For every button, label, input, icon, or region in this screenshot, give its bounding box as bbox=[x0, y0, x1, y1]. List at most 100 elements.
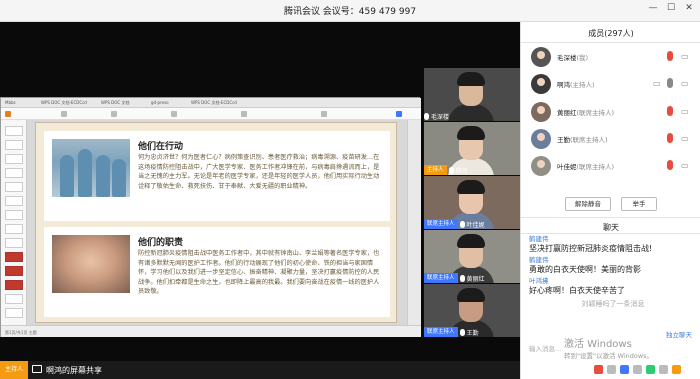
ppt-tab[interactable]: gd-preso bbox=[151, 100, 169, 105]
ppt-tool-icon[interactable] bbox=[321, 111, 327, 117]
screen-share-view: Mbbs WPS DOC 文档-ECDCcd WPS DOC 文档 gd-pre… bbox=[0, 97, 421, 337]
video-person-hair bbox=[457, 72, 485, 86]
video-tile[interactable]: 联席主持人 叶佳妮 bbox=[424, 176, 520, 229]
video-name: 王勤 bbox=[466, 329, 479, 337]
video-person-body bbox=[448, 104, 494, 121]
ppt-tab[interactable]: WPS DOC 文档-ECDCcd bbox=[41, 100, 87, 106]
video-label: 主持人 啊鸿 bbox=[424, 165, 468, 175]
cohost-badge: 联席主持人 bbox=[424, 219, 458, 229]
member-name: 王勤(联席主持人) bbox=[557, 136, 608, 144]
slide-thumbnail[interactable] bbox=[5, 210, 23, 220]
video-label: 毛深楼 bbox=[424, 111, 449, 121]
video-tile[interactable]: 毛深楼 bbox=[424, 68, 520, 121]
ppt-status-bar: 第1页/共1页 主题 bbox=[1, 325, 421, 337]
divider bbox=[521, 42, 700, 43]
doctor-figure bbox=[60, 155, 74, 197]
slide-thumbnail[interactable] bbox=[5, 126, 23, 136]
ppt-tab[interactable]: WPS DOC 文档 bbox=[101, 100, 129, 106]
unmute-all-button[interactable]: 解除静音 bbox=[565, 197, 611, 211]
video-person-hair bbox=[457, 126, 485, 140]
side-panel: 成员(297人) 毛深楼(我) ▭ 啊鸿(主持人) ▭ ▭ 黄丽红(联席主持人)… bbox=[520, 22, 700, 379]
maximize-icon[interactable]: ☐ bbox=[664, 3, 678, 13]
meeting-stage: Mbbs WPS DOC 文档-ECDCcd WPS DOC 文档 gd-pre… bbox=[0, 22, 520, 379]
screen-share-icon[interactable]: ▭ bbox=[653, 79, 661, 88]
windows-activation-title: 激活 Windows bbox=[564, 339, 632, 350]
ppt-tab[interactable]: Mbbs bbox=[5, 100, 16, 105]
mic-icon bbox=[459, 274, 465, 282]
camera-icon[interactable]: ▭ bbox=[681, 79, 689, 88]
ppt-scrollbar[interactable] bbox=[407, 120, 421, 325]
ppt-tool-icon[interactable] bbox=[61, 111, 67, 117]
tray-icon[interactable] bbox=[646, 365, 655, 374]
slide-thumbnail[interactable] bbox=[5, 154, 23, 164]
slide-thumbnail[interactable] bbox=[5, 196, 23, 206]
ppt-share-icon[interactable] bbox=[396, 111, 402, 117]
slide-thumbnail[interactable] bbox=[5, 280, 23, 290]
slide-thumbnail[interactable] bbox=[5, 168, 23, 178]
slide-canvas: 他们在行动 何为忠贞济世？何为医者仁心？病例策查识別、患者医疗救治；病毒溯源、疫… bbox=[27, 120, 407, 325]
mic-icon bbox=[424, 112, 429, 120]
camera-icon[interactable]: ▭ bbox=[681, 52, 689, 61]
video-person-hair bbox=[457, 234, 485, 248]
chat-input[interactable]: 输入消息… bbox=[529, 343, 562, 353]
screen-share-icon bbox=[32, 365, 42, 373]
mic-icon[interactable] bbox=[667, 78, 673, 88]
chat-target-link[interactable]: 独立聊天 bbox=[666, 329, 692, 339]
avatar bbox=[531, 129, 551, 149]
ppt-tool-icon[interactable] bbox=[241, 111, 247, 117]
member-name: 啊鸿(主持人) bbox=[557, 81, 595, 89]
video-label: 联席主持人 叶佳妮 bbox=[424, 219, 485, 229]
tray-icon[interactable] bbox=[620, 365, 629, 374]
member-row[interactable]: 叶佳妮(联席主持人) ▭ bbox=[521, 153, 700, 179]
tray-icon[interactable] bbox=[672, 365, 681, 374]
slide-thumbnail[interactable] bbox=[5, 224, 23, 234]
members-title: 成员(297人) bbox=[588, 29, 634, 38]
mic-muted-icon[interactable] bbox=[667, 106, 673, 116]
tray-icon[interactable] bbox=[607, 365, 616, 374]
video-name: 毛深楼 bbox=[431, 113, 450, 121]
chat-message-list: 鹤建伟 坚决打赢防控新冠肺炎疫情阻击战! 鹤建伟 勇敢的白衣天使啊！美丽的背影 … bbox=[529, 235, 697, 310]
mic-muted-icon[interactable] bbox=[667, 133, 673, 143]
video-name: 啊鸿 bbox=[455, 167, 468, 175]
video-tile[interactable]: 联席主持人 黄丽红 bbox=[424, 230, 520, 283]
mic-muted-icon[interactable] bbox=[667, 51, 673, 61]
slide-thumbnail[interactable] bbox=[5, 252, 23, 262]
member-row[interactable]: 王勤(联席主持人) ▭ bbox=[521, 126, 700, 152]
member-row[interactable]: 啊鸿(主持人) ▭ ▭ bbox=[521, 71, 700, 97]
member-row[interactable]: 黄丽红(联席主持人) ▭ bbox=[521, 99, 700, 125]
member-name: 黄丽红(联席主持人) bbox=[557, 109, 615, 117]
cohost-badge: 联席主持人 bbox=[424, 327, 458, 337]
camera-icon[interactable]: ▭ bbox=[681, 107, 689, 116]
host-tag: 主持人 bbox=[0, 361, 28, 379]
close-icon[interactable]: ✕ bbox=[682, 3, 696, 13]
video-tile[interactable]: 主持人 啊鸿 bbox=[424, 122, 520, 175]
slide-thumbnail[interactable] bbox=[5, 182, 23, 192]
slide-thumbnail[interactable] bbox=[5, 140, 23, 150]
member-name: 叶佳妮(联席主持人) bbox=[557, 163, 615, 171]
camera-icon[interactable]: ▭ bbox=[681, 134, 689, 143]
slide-thumbnail[interactable] bbox=[5, 266, 23, 276]
mic-icon bbox=[459, 328, 465, 336]
slide-thumbnail[interactable] bbox=[5, 238, 23, 248]
member-row[interactable]: 毛深楼(我) ▭ bbox=[521, 44, 700, 70]
mic-muted-icon[interactable] bbox=[667, 160, 673, 170]
video-label: 联席主持人 王勤 bbox=[424, 327, 479, 337]
camera-icon[interactable]: ▭ bbox=[681, 161, 689, 170]
ppt-page-status: 第1页/共1页 主题 bbox=[5, 330, 37, 335]
minimize-icon[interactable]: — bbox=[646, 3, 660, 13]
video-label: 联席主持人 黄丽红 bbox=[424, 273, 485, 283]
tray-icon[interactable] bbox=[659, 365, 668, 374]
tray-app-icon[interactable] bbox=[594, 365, 603, 374]
ppt-tool-icon[interactable] bbox=[111, 111, 117, 117]
avatar bbox=[531, 74, 551, 94]
tray-icon[interactable] bbox=[633, 365, 642, 374]
raise-hand-button[interactable]: 举手 bbox=[621, 197, 657, 211]
ppt-menu-icon[interactable] bbox=[5, 111, 11, 117]
slide-thumbnail[interactable] bbox=[5, 308, 23, 318]
ppt-tool-icon[interactable] bbox=[171, 111, 177, 117]
ppt-tab[interactable]: WPS DOC 文档-ECDCcd bbox=[191, 100, 237, 106]
screen-share-label: 啊鸿的屏幕共享 bbox=[46, 366, 102, 375]
chat-sender: 鹤建伟 bbox=[529, 235, 549, 243]
slide-thumbnail[interactable] bbox=[5, 294, 23, 304]
video-tile[interactable]: 联席主持人 王勤 bbox=[424, 284, 520, 337]
